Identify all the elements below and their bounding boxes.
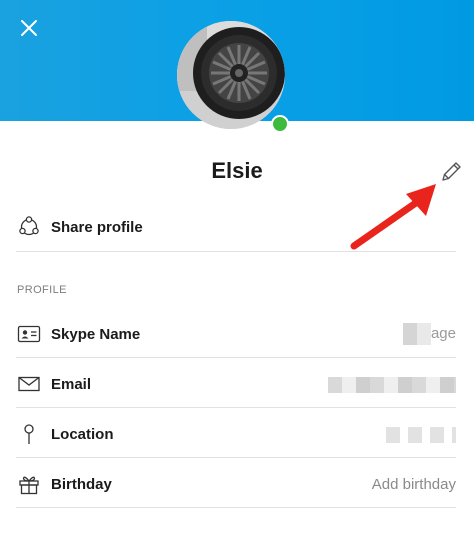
section-title-profile: PROFILE — [17, 284, 67, 296]
redacted-block — [402, 323, 431, 345]
display-name: Elsie — [211, 158, 263, 183]
divider — [16, 407, 456, 408]
redacted-block — [386, 426, 456, 443]
email-label: Email — [51, 375, 92, 393]
divider — [16, 251, 456, 252]
email-row: Email — [16, 359, 456, 409]
skype-name-visible-suffix: age — [430, 324, 456, 342]
skype-name-value: age — [402, 323, 456, 345]
divider — [16, 357, 456, 358]
email-value — [328, 375, 456, 393]
close-icon — [21, 20, 37, 36]
redacted-block — [328, 376, 456, 393]
add-birthday-link[interactable]: Add birthday — [372, 476, 456, 493]
avatar[interactable] — [177, 21, 285, 129]
share-profile-label: Share profile — [51, 218, 143, 236]
pencil-icon — [442, 162, 461, 181]
birthday-label: Birthday — [51, 475, 112, 493]
map-pin-icon — [16, 421, 42, 447]
gift-icon — [16, 471, 42, 497]
presence-online-indicator — [271, 115, 289, 133]
edit-profile-button[interactable] — [438, 159, 464, 185]
envelope-icon — [16, 371, 42, 397]
divider — [16, 457, 456, 458]
birthday-row: Birthday Add birthday — [16, 459, 456, 509]
skype-name-label: Skype Name — [51, 325, 141, 343]
location-label: Location — [51, 425, 114, 443]
share-icon — [16, 214, 42, 240]
skype-name-row: Skype Name age — [16, 309, 456, 359]
close-button[interactable] — [16, 15, 42, 41]
avatar-photo — [177, 21, 285, 129]
location-row: Location — [16, 409, 456, 459]
id-card-icon — [16, 321, 42, 347]
location-value — [386, 425, 456, 443]
divider — [16, 507, 456, 508]
share-profile-row[interactable]: Share profile — [16, 202, 456, 252]
